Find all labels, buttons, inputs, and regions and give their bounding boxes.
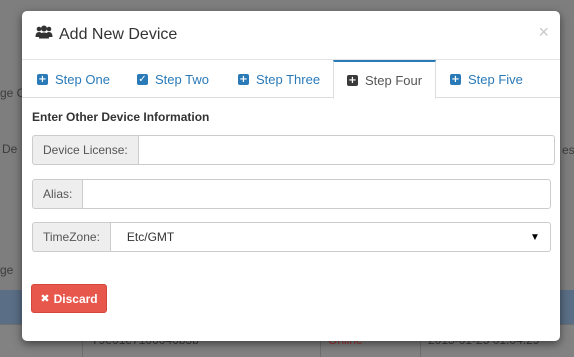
tab-label: Step Four bbox=[365, 72, 423, 88]
tab-label: Step Five bbox=[468, 72, 523, 87]
discard-label: Discard bbox=[53, 291, 98, 306]
plus-square-icon: + bbox=[37, 74, 48, 85]
tab-step-one[interactable]: + Step One bbox=[37, 60, 116, 99]
section-title: Enter Other Device Information bbox=[32, 110, 210, 124]
timezone-select[interactable]: Etc/GMT ▼ bbox=[109, 222, 551, 252]
step-tabs: + Step One ✓ Step Two + Step Three + Ste… bbox=[22, 60, 560, 99]
discard-button[interactable]: ✖ Discard bbox=[31, 284, 107, 313]
tab-step-five[interactable]: + Step Five bbox=[450, 60, 529, 99]
device-license-field: Device License: bbox=[32, 135, 555, 165]
tab-step-two[interactable]: ✓ Step Two bbox=[137, 60, 215, 99]
alias-input[interactable] bbox=[82, 179, 552, 209]
bg-fragment-left-lower: ge bbox=[0, 263, 14, 277]
alias-label: Alias: bbox=[32, 179, 83, 209]
check-square-icon: ✓ bbox=[137, 74, 148, 85]
device-license-label: Device License: bbox=[32, 135, 138, 165]
tab-label: Step One bbox=[55, 72, 110, 87]
modal-title-text: Add New Device bbox=[59, 25, 178, 43]
alias-field: Alias: bbox=[32, 179, 552, 209]
plus-square-icon: + bbox=[238, 74, 249, 85]
tab-label: Step Two bbox=[155, 72, 209, 87]
modal-title: Add New Device bbox=[35, 25, 177, 44]
tab-label: Step Three bbox=[256, 72, 321, 87]
bg-fragment-left-tab: De bbox=[2, 142, 18, 156]
chevron-down-icon: ▼ bbox=[530, 231, 540, 243]
timezone-value: Etc/GMT bbox=[126, 230, 175, 244]
tab-step-three[interactable]: + Step Three bbox=[238, 60, 326, 99]
modal-header: Add New Device × bbox=[22, 11, 560, 60]
add-device-modal: Add New Device × + Step One ✓ Step Two +… bbox=[22, 11, 560, 341]
plus-square-icon: + bbox=[450, 74, 461, 85]
bg-fragment-right-tab: es bbox=[562, 143, 574, 157]
close-icon[interactable]: × bbox=[538, 23, 549, 41]
tab-step-four[interactable]: + Step Four bbox=[333, 60, 437, 99]
users-icon bbox=[35, 25, 53, 44]
timezone-field: TimeZone: Etc/GMT ▼ bbox=[32, 222, 551, 252]
plus-square-icon: + bbox=[347, 74, 358, 86]
timezone-label: TimeZone: bbox=[32, 222, 110, 252]
times-icon: ✖ bbox=[40, 292, 50, 305]
device-license-input[interactable] bbox=[137, 135, 555, 165]
